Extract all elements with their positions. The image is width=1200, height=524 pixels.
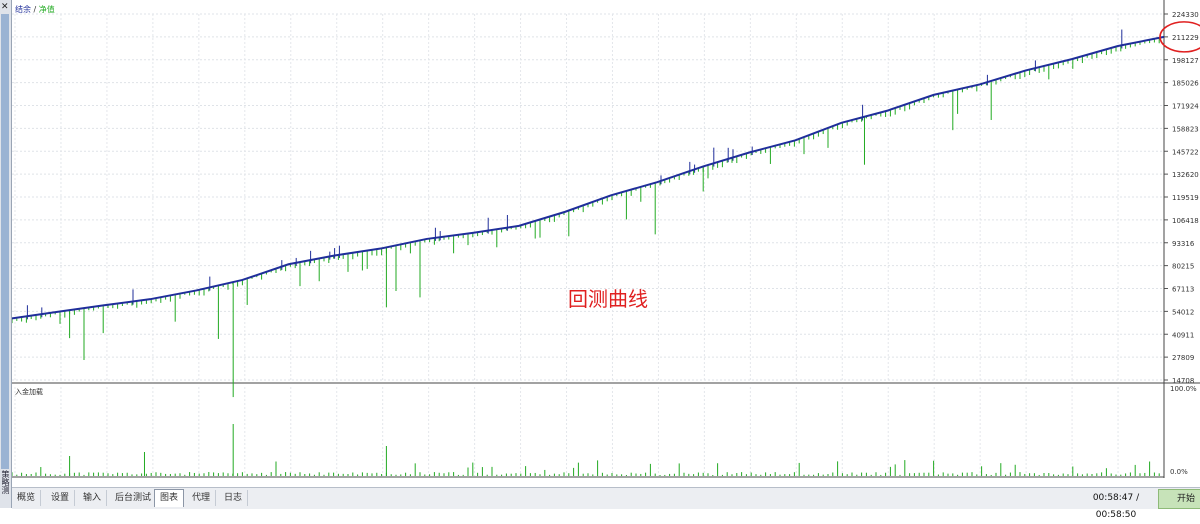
bottom-tab-bar: 概览 设置 输入 后台测试 图表 代理 日志 00:58:47 / 00:58:50 开始	[12, 487, 1200, 520]
chart-area: 224330 211229 198127 185026 171924 158823 1457…	[12, 0, 1200, 478]
side-title: 策略测试	[1, 470, 10, 494]
start-button[interactable]: 开始	[1158, 489, 1200, 509]
y-tick-label: 158823	[1172, 125, 1199, 133]
elapsed-time: 00:58:47 / 00:58:50	[1092, 493, 1140, 520]
chart-legend: 结余 / 净值	[15, 4, 55, 14]
tab-2[interactable]: 输入	[78, 490, 108, 506]
y-tick-label: 185026	[1172, 80, 1199, 88]
y-tick-label: 93316	[1172, 240, 1195, 248]
y-tick-label: 171924	[1172, 103, 1199, 111]
y-tick-label: 145722	[1172, 148, 1199, 156]
y-tick-label: 224330	[1172, 11, 1199, 19]
y-tick-label: 132620	[1172, 171, 1199, 179]
backtest-chart: 224330 211229 198127 185026 171924 158823 1457…	[12, 0, 1200, 478]
chart-annotation: 回测曲线	[568, 287, 648, 311]
close-icon[interactable]: ✕	[1, 3, 9, 12]
y-tick-label: 67113	[1172, 286, 1194, 294]
y-tick-label: 27809	[1172, 354, 1194, 362]
tab-3[interactable]: 后台测试	[110, 490, 158, 506]
y-tick-label: 119519	[1172, 194, 1199, 202]
y-tick-label: 54012	[1172, 308, 1194, 316]
sub-y-tick: 100.0%	[1170, 385, 1197, 393]
tab-1[interactable]: 设置	[46, 490, 76, 506]
tester-side-strip: ✕ 策略测试	[0, 0, 12, 508]
tab-4[interactable]: 图表	[154, 489, 185, 507]
y-tick-label: 106418	[1172, 217, 1199, 225]
sub-y-tick: 0.0%	[1170, 468, 1188, 476]
y-tick-label: 211229	[1172, 34, 1199, 42]
side-strip-handle[interactable]	[1, 14, 9, 469]
y-tick-label: 80215	[1172, 263, 1194, 271]
y-tick-label: 198127	[1172, 57, 1199, 65]
balance-line	[12, 35, 1165, 320]
y-tick-label: 14708	[1172, 377, 1194, 385]
tab-0[interactable]: 概览	[12, 490, 42, 506]
tab-6[interactable]: 日志	[219, 490, 249, 506]
y-tick-label: 40911	[1172, 331, 1194, 339]
subpanel-title: 入金加载	[15, 387, 43, 396]
tab-5[interactable]: 代理	[187, 490, 217, 506]
